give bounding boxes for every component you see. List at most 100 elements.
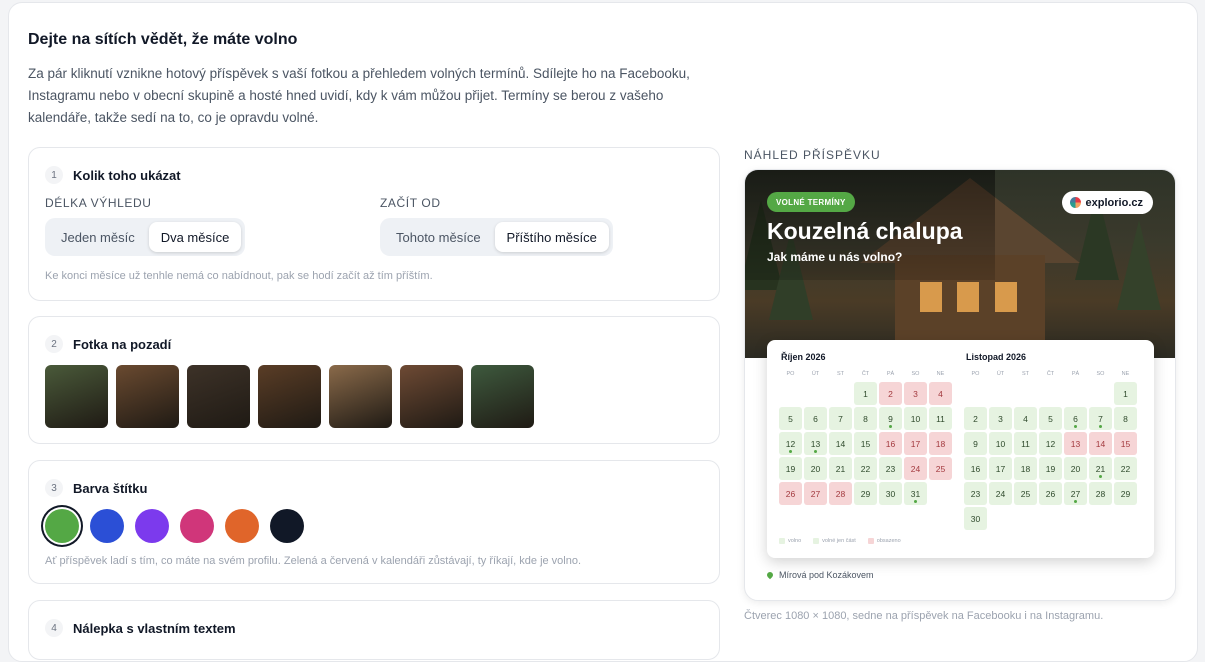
- day-cell: 28: [829, 482, 852, 505]
- preview-label: NÁHLED PŘÍSPĚVKU: [744, 148, 881, 162]
- day-cell: 4: [929, 382, 952, 405]
- day-cell: 14: [1089, 432, 1112, 455]
- step-header: 3 Barva štítku: [45, 479, 147, 497]
- day-cell: 2: [879, 382, 902, 405]
- color-swatch[interactable]: [270, 509, 304, 543]
- post-preview: VOLNÉ TERMÍNY explorio.cz Kouzelná chalu…: [744, 169, 1176, 601]
- step-number: 1: [45, 166, 63, 184]
- day-cell: 22: [1114, 457, 1137, 480]
- day-cell: 17: [989, 457, 1012, 480]
- weekday-label: PÁ: [1071, 371, 1080, 377]
- photo-thumbnail[interactable]: [116, 365, 179, 428]
- color-swatch[interactable]: [135, 509, 169, 543]
- weekday-label: ČT: [1046, 371, 1055, 377]
- color-picker: [45, 509, 304, 543]
- day-cell: 16: [964, 457, 987, 480]
- month-grid: 1 2 3 4 5 6 7 8 9 10 11 12 13 14 15 16 17 18 19 20 21 22 23 24 2…: [964, 382, 1137, 530]
- weekday-label: ČT: [861, 371, 870, 377]
- step-header: 2 Fotka na pozadí: [45, 335, 171, 353]
- post-subtitle: Jak máme u nás volno?: [767, 250, 903, 264]
- brand-badge: explorio.cz: [1061, 191, 1153, 214]
- day-cell: 14: [829, 432, 852, 455]
- color-swatch[interactable]: [45, 509, 79, 543]
- color-hint: Ať příspěvek ladí s tím, co máte na svém…: [45, 555, 582, 567]
- day-cell: 24: [904, 457, 927, 480]
- day-cell: 3: [989, 407, 1012, 430]
- calendar-legend: volno volné jen část obsazeno: [779, 538, 901, 544]
- day-cell: 1: [854, 382, 877, 405]
- start-option-next-month[interactable]: Příštího měsíce: [494, 222, 609, 252]
- day-cell: 7: [1089, 407, 1112, 430]
- day-cell: 29: [1114, 482, 1137, 505]
- range-option-one-month[interactable]: Jeden měsíc: [49, 222, 147, 252]
- step-header: 4 Nálepka s vlastním textem: [45, 619, 236, 637]
- empty-cell: [779, 382, 802, 405]
- empty-cell: [1014, 382, 1037, 405]
- day-cell: 11: [929, 407, 952, 430]
- step-title: Fotka na pozadí: [73, 336, 172, 352]
- day-cell: 12: [1039, 432, 1062, 455]
- day-cell: 17: [904, 432, 927, 455]
- day-cell: 27: [1064, 482, 1087, 505]
- photo-thumbnail[interactable]: [45, 365, 108, 428]
- day-cell: 31: [904, 482, 927, 505]
- step-number: 2: [45, 335, 63, 353]
- day-cell: 26: [1039, 482, 1062, 505]
- share-panel: Dejte na sítích vědět, že máte volno Za …: [8, 2, 1198, 662]
- day-cell: 21: [829, 457, 852, 480]
- day-cell: 8: [854, 407, 877, 430]
- day-cell: 15: [854, 432, 877, 455]
- day-cell: 16: [879, 432, 902, 455]
- weekday-label: ST: [836, 371, 845, 377]
- day-cell: 18: [1014, 457, 1037, 480]
- step-photo: 2 Fotka na pozadí: [28, 316, 720, 444]
- day-cell: 4: [1014, 407, 1037, 430]
- step-range: 1 Kolik toho ukázat DÉLKA VÝHLEDU Jeden …: [28, 147, 720, 301]
- empty-cell: [1064, 382, 1087, 405]
- photo-thumbnail[interactable]: [187, 365, 250, 428]
- range-label: DÉLKA VÝHLEDU: [45, 196, 152, 210]
- calendar-month: Říjen 2026 PO ÚT ST ČT PÁ SO NE 1 2 3 4 5 6 7 8 9 10 11 12 1…: [779, 352, 952, 505]
- day-cell: 13: [804, 432, 827, 455]
- photo-thumbnail[interactable]: [329, 365, 392, 428]
- day-cell: 13: [1064, 432, 1087, 455]
- range-option-two-months[interactable]: Dva měsíce: [148, 222, 242, 252]
- day-cell: 7: [829, 407, 852, 430]
- day-cell: 15: [1114, 432, 1137, 455]
- empty-cell: [989, 382, 1012, 405]
- preview-caption: Čtverec 1080 × 1080, sedne na příspěvek …: [744, 610, 1104, 622]
- weekday-label: SO: [1096, 371, 1105, 377]
- color-swatch[interactable]: [180, 509, 214, 543]
- photo-thumbnail[interactable]: [471, 365, 534, 428]
- photo-thumbnail[interactable]: [258, 365, 321, 428]
- day-cell: 21: [1089, 457, 1112, 480]
- day-cell: 26: [779, 482, 802, 505]
- empty-cell: [829, 382, 852, 405]
- free-dates-badge: VOLNÉ TERMÍNY: [767, 192, 855, 212]
- step-number: 3: [45, 479, 63, 497]
- start-segmented-control: Tohoto měsíce Příštího měsíce: [380, 218, 613, 256]
- day-cell: 3: [904, 382, 927, 405]
- weekday-label: NE: [1121, 371, 1130, 377]
- weekday-header: PO ÚT ST ČT PÁ SO NE: [779, 371, 952, 377]
- day-cell: 6: [804, 407, 827, 430]
- weekday-label: ST: [1021, 371, 1030, 377]
- color-swatch[interactable]: [90, 509, 124, 543]
- empty-cell: [1089, 382, 1112, 405]
- empty-cell: [964, 382, 987, 405]
- empty-cell: [1039, 382, 1062, 405]
- weekday-label: PO: [786, 371, 795, 377]
- weekday-header: PO ÚT ST ČT PÁ SO NE: [964, 371, 1137, 377]
- day-cell: 28: [1089, 482, 1112, 505]
- post-title: Kouzelná chalupa: [767, 218, 963, 244]
- start-option-this-month[interactable]: Tohoto měsíce: [384, 222, 493, 252]
- weekday-label: ÚT: [996, 371, 1005, 377]
- day-cell: 30: [879, 482, 902, 505]
- day-cell: 20: [804, 457, 827, 480]
- brand-logo-icon: [1069, 197, 1081, 208]
- month-name: Listopad 2026: [966, 352, 1027, 362]
- color-swatch[interactable]: [225, 509, 259, 543]
- photo-thumbnail[interactable]: [400, 365, 463, 428]
- step-color: 3 Barva štítku Ať příspěvek ladí s tím, …: [28, 460, 720, 584]
- step-header: 1 Kolik toho ukázat: [45, 166, 181, 184]
